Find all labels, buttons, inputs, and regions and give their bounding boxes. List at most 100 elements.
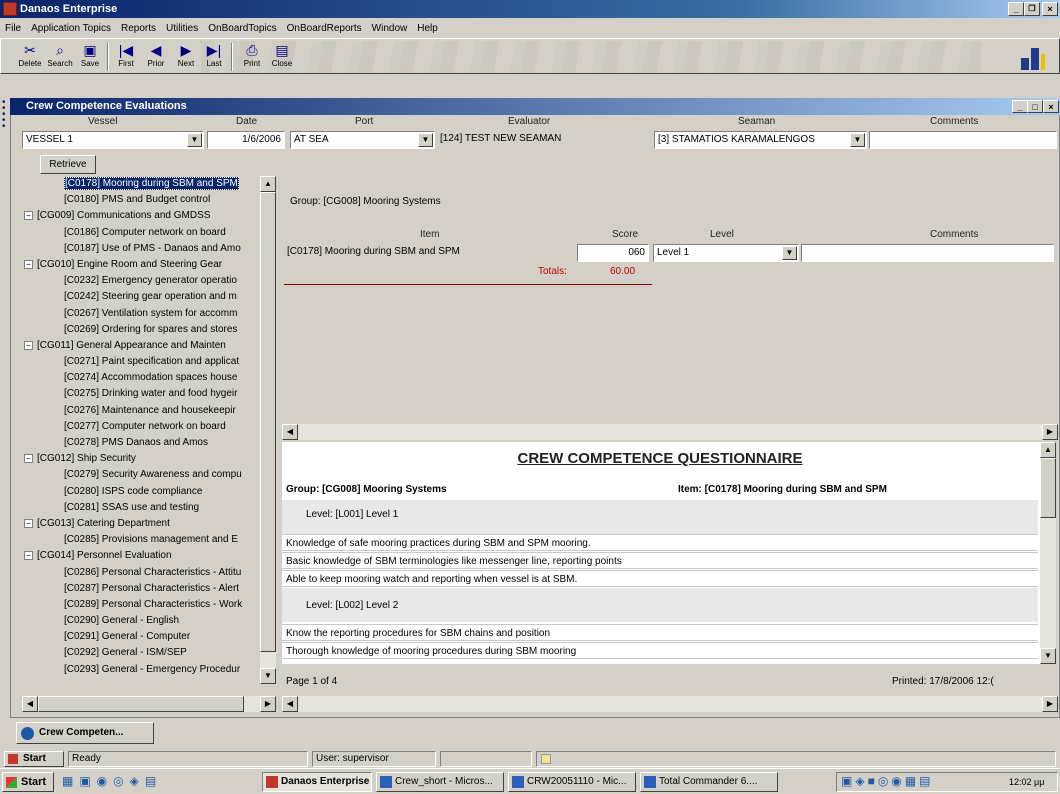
tree-item[interactable]: [C0269] Ordering for spares and stores: [22, 322, 277, 338]
menu-help[interactable]: Help: [412, 19, 443, 39]
tree-item[interactable]: [C0180] PMS and Budget control: [22, 192, 277, 208]
menu-onboard-topics[interactable]: OnBoardTopics: [203, 19, 281, 39]
scroll-down-arrow[interactable]: ▼: [1040, 648, 1056, 664]
comments-field[interactable]: [869, 131, 1057, 149]
mdi-tab-crew-competence[interactable]: Crew Competen...: [16, 722, 154, 744]
port-select[interactable]: AT SEA ▼: [290, 131, 435, 149]
tree-group[interactable]: − [CG014] Personnel Evaluation: [22, 548, 277, 564]
scroll-left-arrow[interactable]: ◀: [282, 696, 298, 712]
menu-file[interactable]: File: [0, 19, 26, 39]
tree-item[interactable]: [C0281] SSAS use and testing: [22, 500, 277, 516]
restore-button[interactable]: ❒: [1024, 2, 1040, 16]
tree-item[interactable]: [C0271] Paint specification and applicat: [22, 354, 277, 370]
scroll-up-arrow[interactable]: ▲: [1040, 442, 1056, 458]
detail-comments-input[interactable]: [801, 244, 1054, 262]
tree-item[interactable]: [C0292] General - ISM/SEP: [22, 645, 277, 661]
seaman-select[interactable]: [3] STAMATIOS KARAMALENGOS ▼: [654, 131, 867, 149]
task-total-commander[interactable]: Total Commander 6....: [640, 772, 778, 792]
tree-horizontal-scrollbar[interactable]: ◀ ▶: [22, 696, 276, 712]
child-minimize-button[interactable]: _: [1012, 100, 1028, 113]
next-button[interactable]: ▶ Next: [171, 41, 201, 73]
scroll-left-arrow[interactable]: ◀: [22, 696, 38, 712]
delete-button[interactable]: ✂ Delete: [15, 41, 45, 73]
windows-start-button[interactable]: Start: [2, 772, 54, 792]
close-button[interactable]: ▤ Close: [267, 41, 297, 73]
chevron-down-icon[interactable]: ▼: [418, 133, 433, 147]
tree-item[interactable]: [C0242] Steering gear operation and m: [22, 289, 277, 305]
minimize-button[interactable]: _: [1008, 2, 1024, 16]
task-crw20051110[interactable]: CRW20051110 - Mic...: [508, 772, 636, 792]
tree-group[interactable]: − [CG009] Communications and GMDSS: [22, 208, 277, 224]
menu-reports[interactable]: Reports: [116, 19, 161, 39]
tree-group[interactable]: − [CG012] Ship Security: [22, 451, 277, 467]
collapse-icon[interactable]: −: [24, 454, 33, 464]
close-app-button[interactable]: ×: [1042, 2, 1058, 16]
retrieve-button[interactable]: Retrieve: [40, 155, 96, 174]
level-select[interactable]: Level 1 ▼: [653, 244, 799, 262]
competence-tree[interactable]: [C0178] Mooring during SBM and SPM [C0180…: [22, 176, 277, 684]
collapse-icon[interactable]: −: [24, 340, 33, 350]
tree-item[interactable]: [C0277] Computer network on board: [22, 419, 277, 435]
save-button[interactable]: ▣ Save: [75, 41, 105, 73]
child-maximize-button[interactable]: □: [1027, 100, 1043, 113]
chevron-down-icon[interactable]: ▼: [850, 133, 865, 147]
task-crew-short[interactable]: Crew_short - Micros...: [376, 772, 504, 792]
menu-utilities[interactable]: Utilities: [161, 19, 203, 39]
tree-item[interactable]: [C0278] PMS Danaos and Amos: [22, 435, 277, 451]
tree-item[interactable]: [C0276] Maintenance and housekeepir: [22, 403, 277, 419]
first-button[interactable]: |◀ First: [111, 41, 141, 73]
child-close-button[interactable]: ×: [1043, 100, 1059, 113]
last-button[interactable]: ▶| Last: [199, 41, 229, 73]
print-button[interactable]: ⎙ Print: [237, 41, 267, 73]
scroll-right-arrow[interactable]: ▶: [260, 696, 276, 712]
tree-item[interactable]: [C0187] Use of PMS - Danaos and Amo: [22, 241, 277, 257]
scroll-thumb[interactable]: [260, 192, 276, 652]
scroll-up-arrow[interactable]: ▲: [260, 176, 276, 192]
prior-button[interactable]: ◀ Prior: [141, 41, 171, 73]
tree-item[interactable]: [C0279] Security Awareness and compu: [22, 467, 277, 483]
tree-item[interactable]: [C0293] General - Emergency Procedur: [22, 662, 277, 678]
detail-horizontal-scrollbar[interactable]: ◀ ▶: [282, 424, 1058, 440]
quick-launch-icons[interactable]: ▦▣◉◎◈▤: [62, 774, 232, 792]
tree-item[interactable]: [C0275] Drinking water and food hygeir: [22, 386, 277, 402]
collapse-icon[interactable]: −: [24, 551, 33, 561]
scroll-right-arrow[interactable]: ▶: [1042, 424, 1058, 440]
collapse-icon[interactable]: −: [24, 518, 33, 528]
menu-onboard-reports[interactable]: OnBoardReports: [282, 19, 367, 39]
tree-group[interactable]: − [CG011] General Appearance and Mainten: [22, 338, 277, 354]
tree-vertical-scrollbar[interactable]: ▲ ▼: [260, 176, 276, 684]
scroll-right-arrow[interactable]: ▶: [1042, 696, 1058, 712]
menu-window[interactable]: Window: [367, 19, 413, 39]
task-danaos-enterprise[interactable]: Danaos Enterprise: [262, 772, 372, 792]
tree-item[interactable]: [C0285] Provisions management and E: [22, 532, 277, 548]
tree-item[interactable]: [C0267] Ventilation system for accomm: [22, 306, 277, 322]
tree-item[interactable]: [C0274] Accommodation spaces house: [22, 370, 277, 386]
tree-group[interactable]: − [CG013] Catering Department: [22, 516, 277, 532]
search-button[interactable]: ⌕ Search: [45, 41, 75, 73]
tree-group[interactable]: − [CG010] Engine Room and Steering Gear: [22, 257, 277, 273]
tree-item[interactable]: [C0280] ISPS code compliance: [22, 484, 277, 500]
tree-item[interactable]: [C0286] Personal Characteristics - Attit…: [22, 565, 277, 581]
menu-application-topics[interactable]: Application Topics: [26, 19, 116, 39]
tree-item[interactable]: [C0291] General - Computer: [22, 629, 277, 645]
report-vertical-scrollbar[interactable]: ▲ ▼: [1040, 442, 1056, 664]
scroll-thumb[interactable]: [38, 696, 244, 712]
chevron-down-icon[interactable]: ▼: [782, 246, 797, 260]
chevron-down-icon[interactable]: ▼: [187, 133, 202, 147]
scroll-thumb[interactable]: [1040, 458, 1056, 518]
date-field[interactable]: 1/6/2006: [207, 131, 285, 149]
vessel-select[interactable]: VESSEL 1 ▼: [22, 131, 204, 149]
tree-item[interactable]: [C0186] Computer network on board: [22, 225, 277, 241]
tree-item[interactable]: [C0290] General - English: [22, 613, 277, 629]
score-input[interactable]: 060: [577, 244, 649, 262]
collapse-icon[interactable]: −: [24, 211, 33, 221]
report-horizontal-scrollbar[interactable]: ◀ ▶: [282, 696, 1058, 712]
tree-item[interactable]: [C0289] Personal Characteristics - Work: [22, 597, 277, 613]
tree-item[interactable]: [C0232] Emergency generator operatio: [22, 273, 277, 289]
tree-item[interactable]: [C0287] Personal Characteristics - Alert: [22, 581, 277, 597]
scroll-down-arrow[interactable]: ▼: [260, 668, 276, 684]
tree-item[interactable]: [C0178] Mooring during SBM and SPM: [22, 176, 277, 192]
tray-icons[interactable]: ▣◈■◎◉▦▤: [841, 774, 933, 788]
scroll-left-arrow[interactable]: ◀: [282, 424, 298, 440]
collapse-icon[interactable]: −: [24, 259, 33, 269]
